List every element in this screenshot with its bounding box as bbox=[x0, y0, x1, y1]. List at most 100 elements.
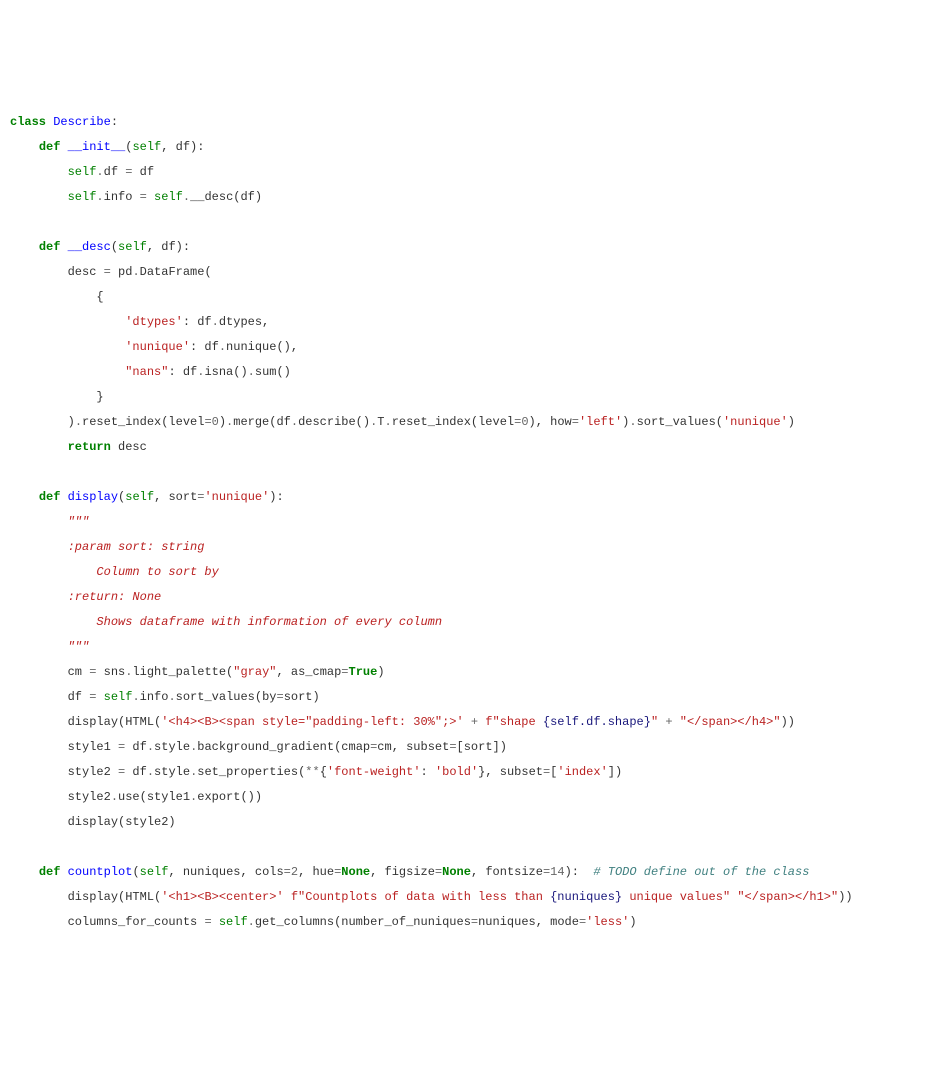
code-line: style1 = df.style.background_gradient(cm… bbox=[10, 735, 916, 760]
token: = bbox=[435, 865, 442, 879]
token: . bbox=[75, 415, 82, 429]
token: columns_for_counts bbox=[10, 915, 204, 929]
token: . bbox=[190, 790, 197, 804]
token: ): bbox=[269, 490, 283, 504]
token: reset_index(level bbox=[82, 415, 204, 429]
token: . bbox=[248, 915, 255, 929]
token: style1 bbox=[10, 740, 118, 754]
token: display(HTML( bbox=[10, 715, 161, 729]
token: = bbox=[471, 915, 478, 929]
token: + bbox=[665, 715, 672, 729]
token: ]) bbox=[608, 765, 622, 779]
token: ( bbox=[111, 240, 118, 254]
token: . bbox=[132, 690, 139, 704]
code-line: return desc bbox=[10, 435, 916, 460]
token: ) bbox=[629, 915, 636, 929]
token: return bbox=[68, 440, 111, 454]
token: , df): bbox=[147, 240, 190, 254]
token: sort) bbox=[284, 690, 320, 704]
token: [sort]) bbox=[457, 740, 507, 754]
token: ): bbox=[565, 865, 594, 879]
token: def bbox=[39, 490, 68, 504]
token: DataFrame( bbox=[140, 265, 212, 279]
token: info bbox=[140, 690, 169, 704]
token: ) bbox=[10, 415, 75, 429]
token bbox=[10, 490, 39, 504]
token: None bbox=[442, 865, 471, 879]
token bbox=[673, 715, 680, 729]
token bbox=[464, 715, 471, 729]
code-line: style2.use(style1.export()) bbox=[10, 785, 916, 810]
code-line: def __desc(self, df): bbox=[10, 235, 916, 260]
code-line: def countplot(self, nuniques, cols=2, hu… bbox=[10, 860, 916, 885]
code-line: "nans": df.isna().sum() bbox=[10, 360, 916, 385]
token: : bbox=[421, 765, 435, 779]
token: style2 bbox=[10, 765, 118, 779]
token: style bbox=[154, 765, 190, 779]
token: Describe bbox=[53, 115, 111, 129]
token: style2 bbox=[10, 790, 111, 804]
token: . bbox=[147, 740, 154, 754]
token: . bbox=[190, 740, 197, 754]
token bbox=[10, 190, 68, 204]
token: df bbox=[125, 765, 147, 779]
code-line: :param sort: string bbox=[10, 535, 916, 560]
code-line: def display(self, sort='nunique'): bbox=[10, 485, 916, 510]
code-line: """ bbox=[10, 635, 916, 660]
token: :param sort: string bbox=[10, 540, 204, 554]
token: "nans" bbox=[125, 365, 168, 379]
token: . bbox=[219, 340, 226, 354]
token: desc bbox=[10, 265, 104, 279]
code-line: desc = pd.DataFrame( bbox=[10, 260, 916, 285]
token bbox=[10, 165, 68, 179]
token: reset_index(level bbox=[392, 415, 514, 429]
token: df bbox=[10, 690, 89, 704]
token: 'index' bbox=[557, 765, 607, 779]
token: = bbox=[118, 740, 125, 754]
token: self bbox=[125, 490, 154, 504]
token: : bbox=[111, 115, 118, 129]
token: . bbox=[132, 265, 139, 279]
token: cm, subset bbox=[377, 740, 449, 754]
token: pd bbox=[111, 265, 133, 279]
token: . bbox=[168, 690, 175, 704]
token: ( bbox=[132, 865, 139, 879]
token: . bbox=[291, 415, 298, 429]
token: self bbox=[140, 865, 169, 879]
token: { bbox=[320, 765, 327, 779]
code-line bbox=[10, 835, 916, 860]
token: unique values" bbox=[622, 890, 730, 904]
code-line: display(HTML('<h1><B><center>' f"Countpl… bbox=[10, 885, 916, 910]
token: 0 bbox=[521, 415, 528, 429]
token: :return: None bbox=[10, 590, 161, 604]
token: set_properties( bbox=[197, 765, 305, 779]
token: , sort bbox=[154, 490, 197, 504]
token: "gray" bbox=[233, 665, 276, 679]
token: : df bbox=[168, 365, 197, 379]
token: style bbox=[154, 740, 190, 754]
token: display(HTML( bbox=[10, 890, 161, 904]
code-line: Column to sort by bbox=[10, 560, 916, 585]
token: , as_cmap bbox=[276, 665, 341, 679]
token: "</span></h1>" bbox=[737, 890, 838, 904]
token: __init__ bbox=[68, 140, 126, 154]
token: merge(df bbox=[233, 415, 291, 429]
code-line: { bbox=[10, 285, 916, 310]
token: def bbox=[39, 865, 68, 879]
token: + bbox=[471, 715, 478, 729]
token: __desc(df) bbox=[190, 190, 262, 204]
code-line bbox=[10, 460, 916, 485]
token: def bbox=[39, 240, 68, 254]
token: , fontsize bbox=[471, 865, 543, 879]
token: }, subset bbox=[478, 765, 543, 779]
token: } bbox=[10, 390, 104, 404]
token: = bbox=[579, 915, 586, 929]
token: ) bbox=[788, 415, 795, 429]
token: { bbox=[10, 290, 104, 304]
token: use(style1 bbox=[118, 790, 190, 804]
token: None bbox=[341, 865, 370, 879]
token: def bbox=[39, 140, 68, 154]
code-line: df = self.info.sort_values(by=sort) bbox=[10, 685, 916, 710]
token: = bbox=[204, 915, 211, 929]
token: = bbox=[276, 690, 283, 704]
